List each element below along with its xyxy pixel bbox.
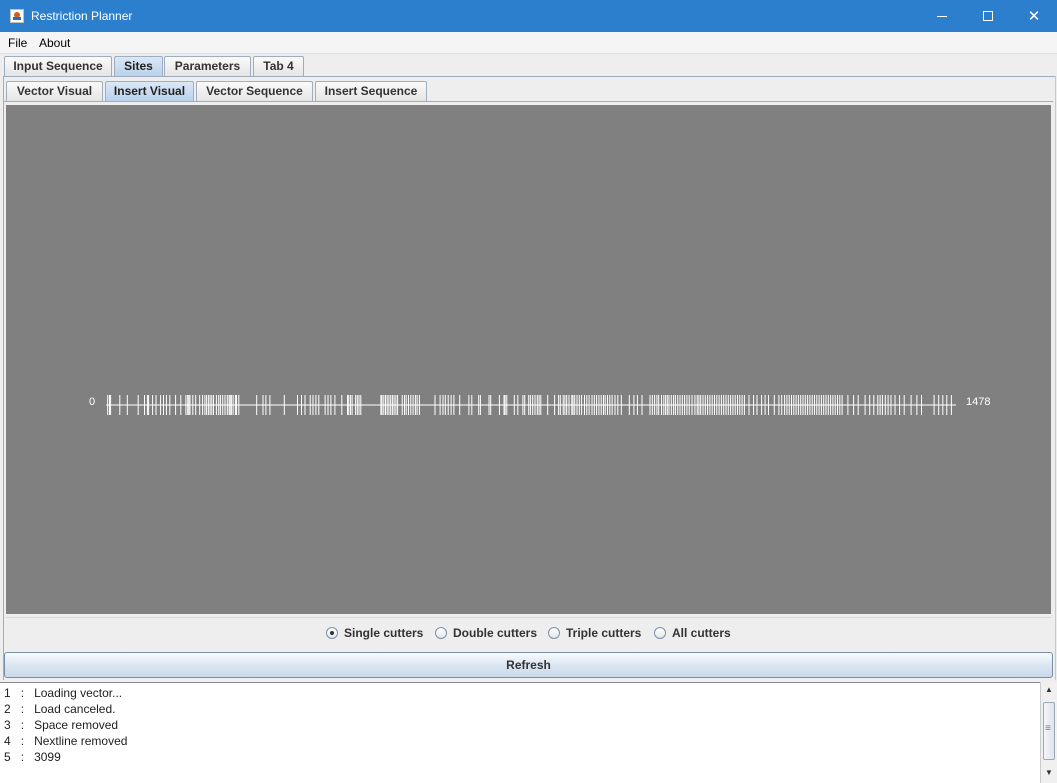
end-position-label: 1478 [966, 396, 990, 408]
log-line: 4 : Nextline removed [4, 734, 127, 748]
tab-insert-sequence[interactable]: Insert Sequence [315, 81, 427, 102]
radio-triple-cutters[interactable]: Triple cutters [548, 626, 641, 640]
log-line-number: 2 [4, 702, 11, 716]
menu-file[interactable]: File [8, 36, 27, 50]
log-text-area[interactable]: 1 : Loading vector... 2 : Load canceled.… [0, 682, 1040, 783]
log-line: 2 : Load canceled. [4, 702, 115, 716]
radio-unselected-icon [548, 627, 560, 639]
restriction-map: 0 1478 [89, 395, 990, 415]
log-line-separator: : [20, 750, 25, 764]
close-button[interactable]: ✕ [1011, 0, 1057, 32]
tab-parameters[interactable]: Parameters [164, 56, 251, 77]
radio-all-cutters[interactable]: All cutters [654, 626, 731, 640]
log-line-text: Load canceled. [34, 702, 116, 716]
radio-single-cutters[interactable]: Single cutters [326, 626, 423, 640]
insert-visual-canvas: 0 1478 [6, 105, 1051, 614]
scroll-down-arrow-icon[interactable]: ▼ [1042, 766, 1056, 780]
radio-selected-icon [326, 627, 338, 639]
log-scrollbar[interactable]: ▲ ▼ [1040, 682, 1057, 783]
tab-insert-visual[interactable]: Insert Visual [105, 81, 194, 102]
java-app-icon [10, 9, 24, 23]
log-line-number: 3 [4, 718, 11, 732]
scroll-thumb[interactable] [1043, 702, 1055, 760]
refresh-button[interactable]: Refresh [4, 652, 1053, 678]
log-line-text: Loading vector... [34, 686, 123, 700]
log-line-separator: : [20, 686, 25, 700]
start-position-label: 0 [89, 396, 95, 408]
log-line-separator: : [20, 702, 25, 716]
log-line-text: Nextline removed [34, 734, 128, 748]
radio-label: Triple cutters [566, 626, 642, 640]
close-icon: ✕ [1027, 8, 1041, 25]
radio-label: Double cutters [453, 626, 538, 640]
window-title: Restriction Planner [31, 9, 133, 23]
menu-bar: File About [0, 32, 1057, 54]
log-line-text: Space removed [34, 718, 119, 732]
minimize-button[interactable] [919, 0, 965, 32]
maximize-button[interactable] [965, 0, 1011, 32]
log-line: 3 : Space removed [4, 718, 118, 732]
radio-unselected-icon [435, 627, 447, 639]
tab-sites[interactable]: Sites [114, 56, 163, 77]
tab-vector-sequence[interactable]: Vector Sequence [196, 81, 313, 102]
log-line-separator: : [20, 734, 25, 748]
radio-double-cutters[interactable]: Double cutters [435, 626, 537, 640]
scroll-up-arrow-icon[interactable]: ▲ [1042, 683, 1056, 697]
log-line-number: 4 [4, 734, 11, 748]
log-line: 1 : Loading vector... [4, 686, 122, 700]
menu-about[interactable]: About [39, 36, 70, 50]
tab-4[interactable]: Tab 4 [253, 56, 304, 77]
log-line-number: 5 [4, 750, 11, 764]
radio-label: Single cutters [344, 626, 424, 640]
radio-unselected-icon [654, 627, 666, 639]
maximize-icon [983, 11, 993, 21]
log-line-number: 1 [4, 686, 11, 700]
tab-vector-visual[interactable]: Vector Visual [6, 81, 103, 102]
log-line-text: 3099 [34, 750, 61, 764]
sub-tab-divider [4, 101, 1053, 102]
tab-input-sequence[interactable]: Input Sequence [4, 56, 112, 77]
title-bar: Restriction Planner ✕ [0, 0, 1057, 32]
log-line-separator: : [20, 718, 25, 732]
log-line: 5 : 3099 [4, 750, 61, 764]
cutter-filter-group: Single cutters Double cutters Triple cut… [6, 617, 1051, 647]
minimize-icon [937, 15, 947, 17]
radio-label: All cutters [672, 626, 731, 640]
